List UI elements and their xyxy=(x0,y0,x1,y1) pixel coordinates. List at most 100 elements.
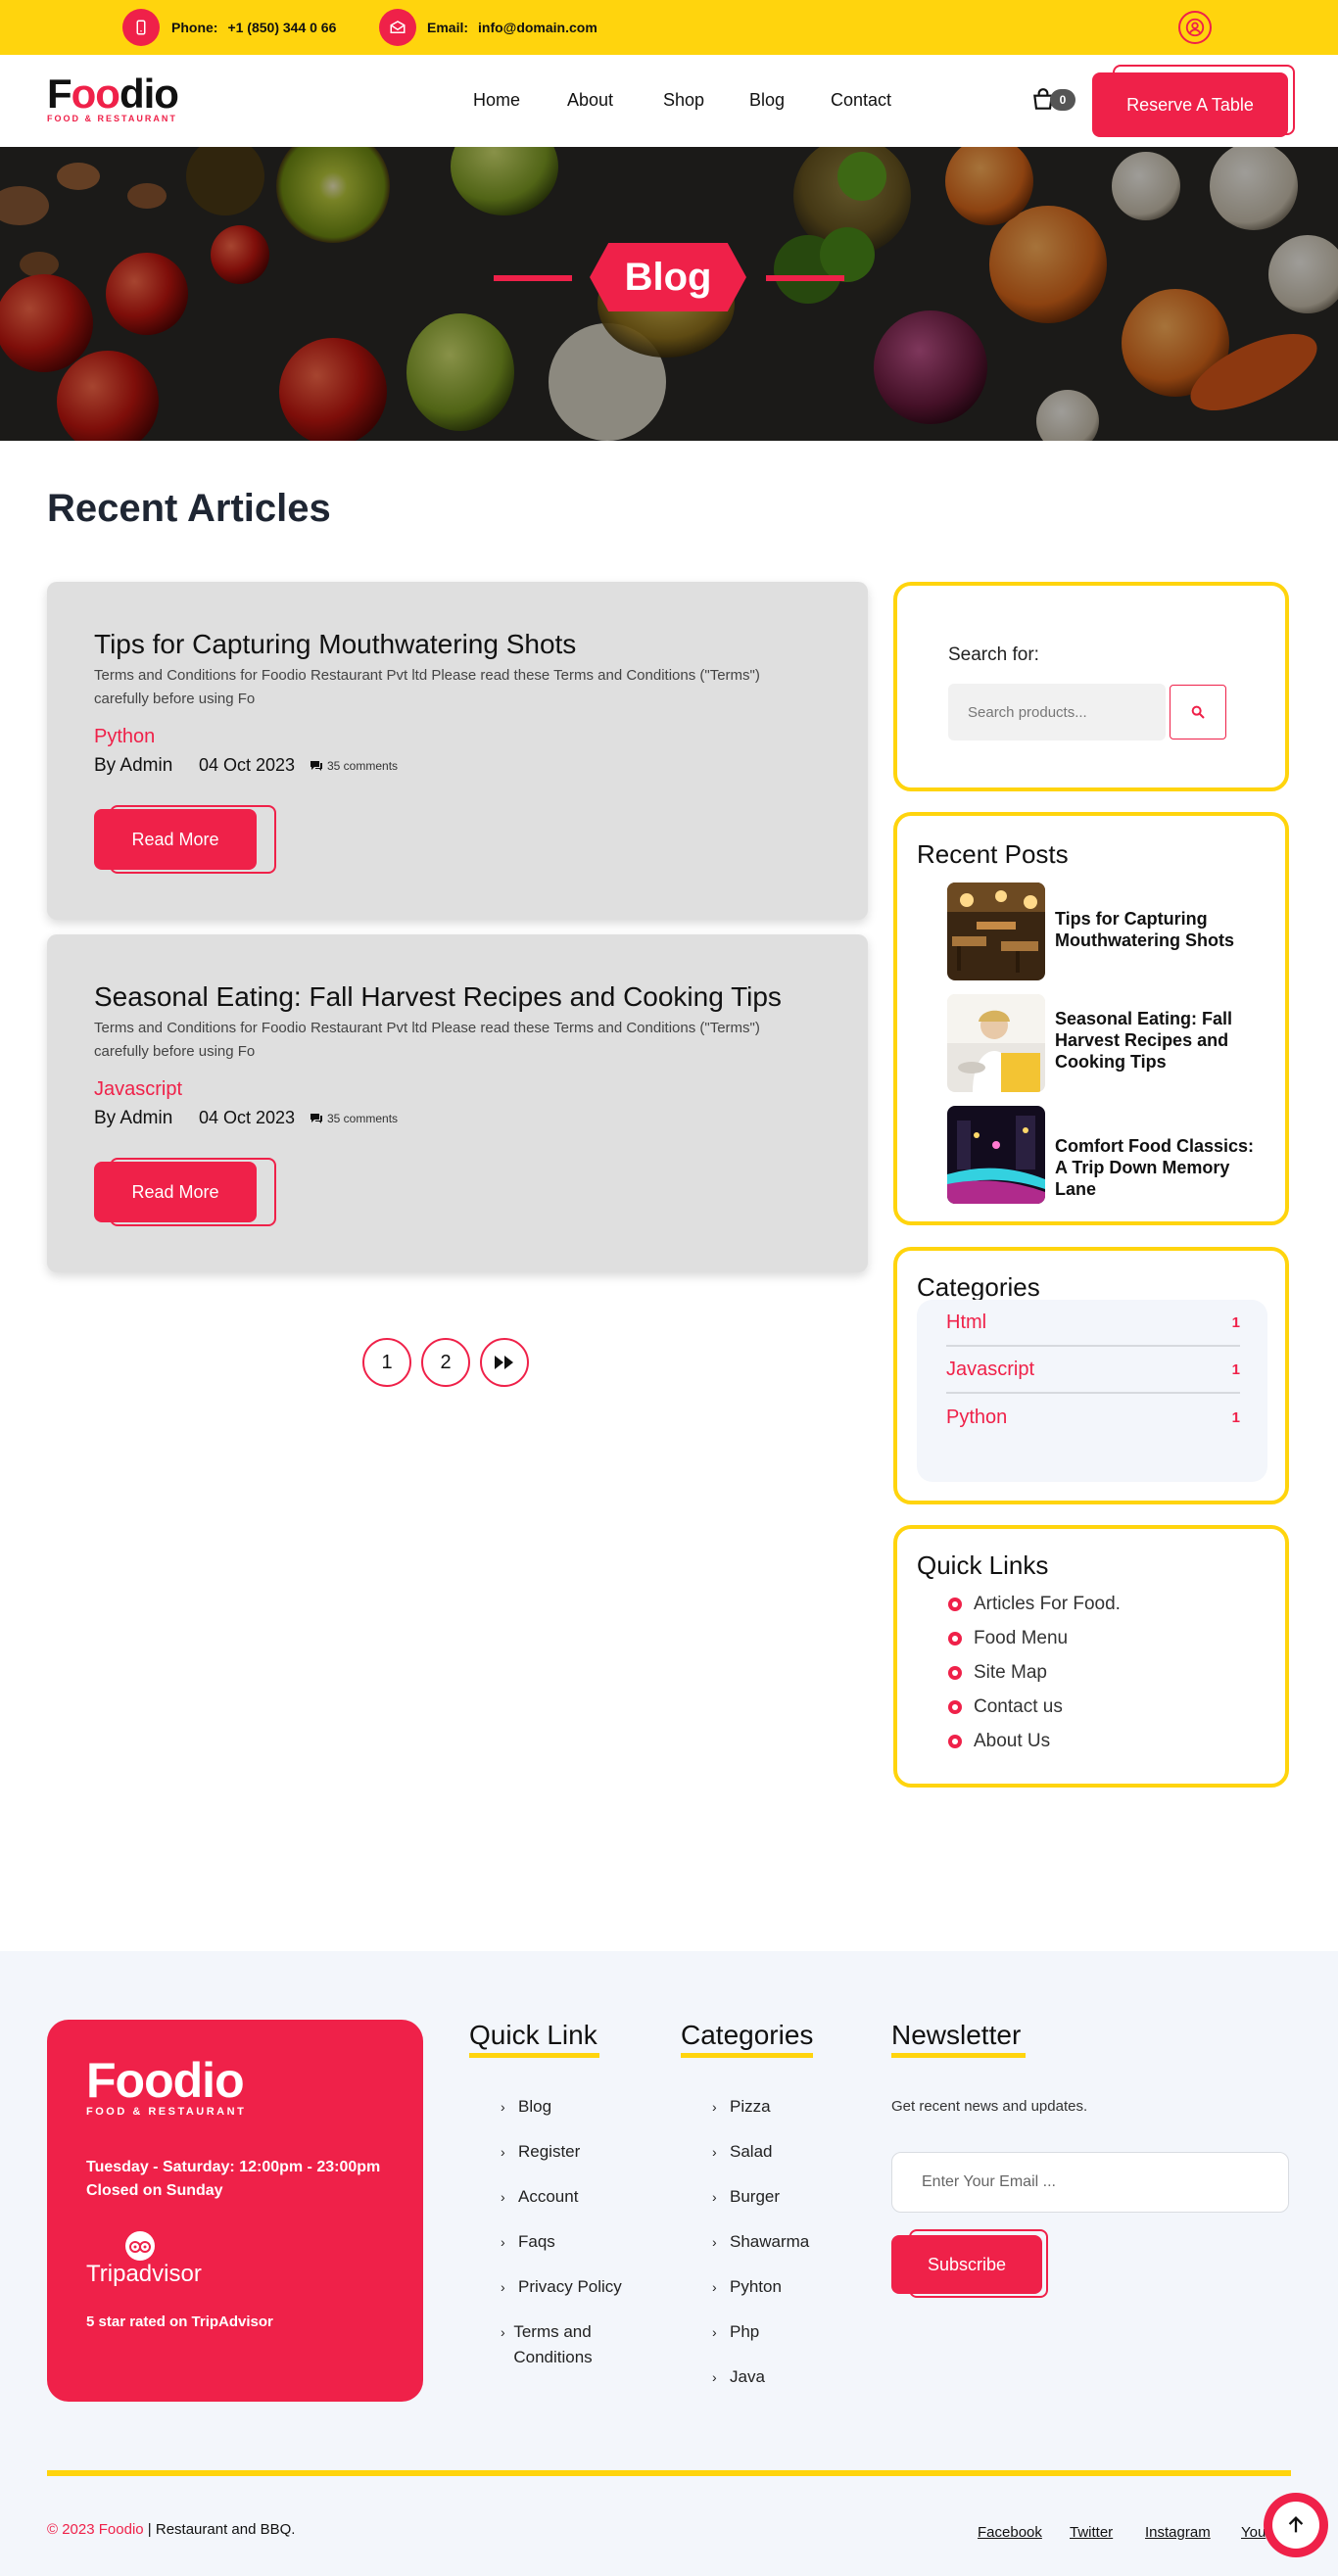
footer-category-link[interactable]: › Burger xyxy=(712,2184,780,2210)
phone-number[interactable]: +1 (850) 344 0 66 xyxy=(227,20,336,35)
social-facebook-link[interactable]: Facebook xyxy=(978,2524,1042,2541)
footer-category-link[interactable]: › Salad xyxy=(712,2139,772,2165)
pagination-next-button[interactable] xyxy=(480,1338,529,1387)
chevron-right-icon: › xyxy=(712,2324,717,2340)
footer-link[interactable]: › Account xyxy=(501,2184,578,2210)
recent-post-thumbnail[interactable] xyxy=(947,883,1045,980)
logo-tagline: FOOD & RESTAURANT xyxy=(47,114,177,123)
search-widget: Search for: Search products... xyxy=(893,582,1289,791)
pagination-page-1[interactable]: 1 xyxy=(362,1338,411,1387)
nav-home[interactable]: Home xyxy=(473,90,520,111)
tripadvisor-logo[interactable]: Tripadvisor xyxy=(86,2261,202,2288)
chevron-right-icon: › xyxy=(712,2279,717,2295)
recent-post-title[interactable]: Comfort Food Classics: A Trip Down Memor… xyxy=(1055,1135,1261,1200)
chevron-right-icon: › xyxy=(712,2189,717,2205)
hero-title-line-right xyxy=(766,275,844,281)
categories-widget: Categories Html 1 Javascript 1 Python 1 xyxy=(893,1247,1289,1504)
page-title: Blog xyxy=(590,243,746,311)
site-logo[interactable]: Foodio FOOD & RESTAURANT xyxy=(47,72,179,124)
category-item[interactable]: Javascript 1 xyxy=(946,1347,1240,1394)
quick-link[interactable]: About Us xyxy=(948,1731,1050,1752)
footer-category-link[interactable]: › Php xyxy=(712,2319,759,2345)
top-bar: Phone: +1 (850) 344 0 66 Email: info@domai… xyxy=(0,0,1338,55)
chevron-right-icon: › xyxy=(712,2369,717,2385)
chevron-right-icon: › xyxy=(501,2234,505,2250)
article-excerpt: Terms and Conditions for Foodio Restaura… xyxy=(94,667,760,707)
quick-link[interactable]: Food Menu xyxy=(948,1628,1068,1649)
pagination-page-2[interactable]: 2 xyxy=(421,1338,470,1387)
footer-link[interactable]: › Faqs xyxy=(501,2229,555,2255)
closed-day: Closed on Sunday xyxy=(86,2182,223,2199)
social-youtube-link[interactable]: You xyxy=(1241,2524,1266,2541)
email-address[interactable]: info@domain.com xyxy=(478,20,597,35)
quick-links-heading: Quick Links xyxy=(917,1550,1049,1580)
footer-link[interactable]: › Blog xyxy=(501,2094,551,2120)
chevron-right-icon: › xyxy=(712,2144,717,2160)
nav-about[interactable]: About xyxy=(567,90,613,111)
footer-logo-tagline: FOOD & RESTAURANT xyxy=(86,2106,247,2118)
article-category[interactable]: Javascript xyxy=(94,1078,182,1101)
footer-link[interactable]: › Privacy Policy xyxy=(501,2274,622,2300)
article-comments: 35 comments xyxy=(327,1112,399,1125)
phone-icon xyxy=(122,9,160,46)
reserve-table-button[interactable]: Reserve A Table xyxy=(1092,72,1288,137)
social-twitter-link[interactable]: Twitter xyxy=(1070,2524,1113,2541)
heading-underline xyxy=(681,2053,813,2058)
recent-post-title[interactable]: Seasonal Eating: Fall Harvest Recipes an… xyxy=(1055,1008,1261,1073)
recent-post-thumbnail[interactable] xyxy=(947,1106,1045,1204)
article-comments: 35 comments xyxy=(327,759,399,773)
footer-category-link[interactable]: › Pyhton xyxy=(712,2274,782,2300)
recent-articles-heading: Recent Articles xyxy=(47,487,331,530)
categories-list: Html 1 Javascript 1 Python 1 xyxy=(917,1300,1267,1482)
recent-post-title[interactable]: Tips for Capturing Mouthwatering Shots xyxy=(1055,908,1261,951)
bullet-icon xyxy=(948,1598,962,1611)
article-title[interactable]: Tips for Capturing Mouthwatering Shots xyxy=(94,629,576,660)
nav-shop[interactable]: Shop xyxy=(663,90,704,111)
chevron-right-icon: › xyxy=(501,2189,505,2205)
footer-link[interactable]: › Terms and Conditions xyxy=(501,2319,628,2370)
category-name: Python xyxy=(946,1406,1008,1428)
read-more-button[interactable]: Read More xyxy=(94,809,257,870)
category-item[interactable]: Html 1 xyxy=(946,1300,1240,1347)
footer-brand-card: Foodio FOOD & RESTAURANT Tuesday - Satur… xyxy=(47,2020,423,2402)
search-input[interactable]: Search products... xyxy=(948,684,1166,740)
article-date: 04 Oct 2023 xyxy=(199,1108,296,1127)
user-account-icon[interactable] xyxy=(1178,11,1212,44)
read-more-button[interactable]: Read More xyxy=(94,1162,257,1222)
footer-logo[interactable]: Foodio FOOD & RESTAURANT xyxy=(86,2055,246,2118)
cart-count-badge: 0 xyxy=(1050,89,1075,111)
article-category[interactable]: Python xyxy=(94,726,155,748)
footer-category-link[interactable]: › Shawarma xyxy=(712,2229,809,2255)
hero-title-line-left xyxy=(494,275,572,281)
chevron-right-icon: › xyxy=(501,2099,505,2115)
phone-label: Phone: xyxy=(171,20,218,35)
tripadvisor-owl-icon xyxy=(125,2231,155,2261)
scroll-to-top-button[interactable] xyxy=(1264,2493,1328,2557)
article-card: Tips for Capturing Mouthwatering Shots T… xyxy=(47,582,868,920)
quick-links-widget: Quick Links Articles For Food. Food Menu… xyxy=(893,1525,1289,1788)
quick-link[interactable]: Articles For Food. xyxy=(948,1594,1121,1615)
newsletter-heading: Newsletter xyxy=(891,2020,1022,2050)
quick-link[interactable]: Contact us xyxy=(948,1696,1063,1718)
chevron-right-icon: › xyxy=(501,2144,505,2160)
search-button[interactable] xyxy=(1170,685,1226,739)
article-title[interactable]: Seasonal Eating: Fall Harvest Recipes an… xyxy=(94,981,782,1013)
footer-category-link[interactable]: › Java xyxy=(712,2364,765,2390)
article-author: By Admin xyxy=(94,1108,173,1128)
comments-icon xyxy=(311,1114,322,1123)
subscribe-button[interactable]: Subscribe xyxy=(891,2235,1042,2294)
category-name: Html xyxy=(946,1311,987,1333)
quick-link[interactable]: Site Map xyxy=(948,1662,1047,1684)
footer-link[interactable]: › Register xyxy=(501,2139,580,2165)
category-item[interactable]: Python 1 xyxy=(946,1394,1240,1441)
recent-posts-widget: Recent Posts Tips for Capturing Mouthwat… xyxy=(893,812,1289,1225)
footer-category-link[interactable]: › Pizza xyxy=(712,2094,771,2120)
social-instagram-link[interactable]: Instagram xyxy=(1145,2524,1211,2541)
recent-post-thumbnail[interactable] xyxy=(947,994,1045,1092)
nav-contact[interactable]: Contact xyxy=(831,90,891,111)
bullet-icon xyxy=(948,1700,962,1714)
hero-banner: Blog xyxy=(0,147,1338,441)
newsletter-text: Get recent news and updates. xyxy=(891,2098,1088,2115)
newsletter-email-input[interactable]: Enter Your Email ... xyxy=(891,2152,1289,2213)
nav-blog[interactable]: Blog xyxy=(749,90,785,111)
